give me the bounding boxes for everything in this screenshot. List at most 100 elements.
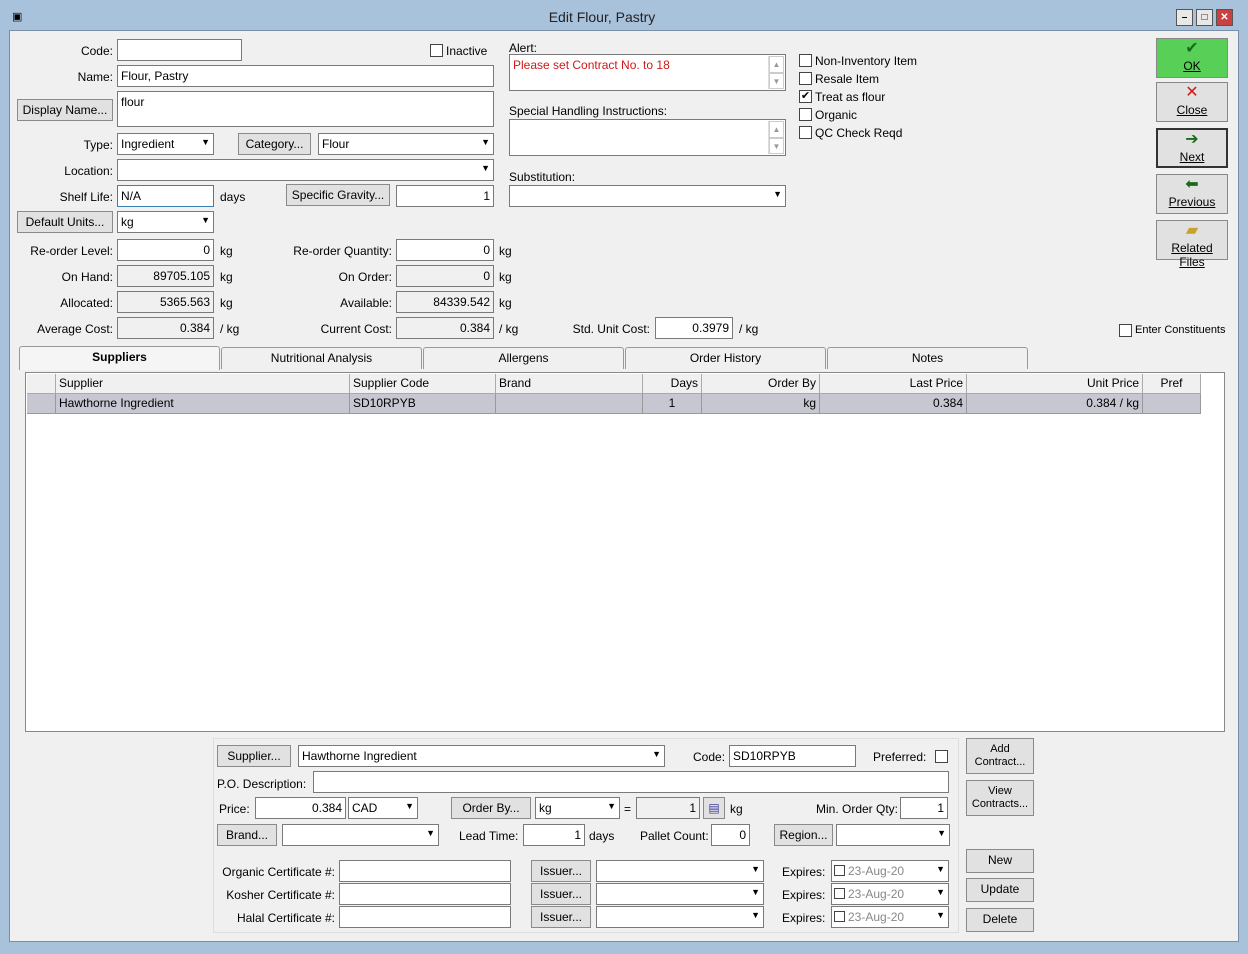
organic-checkbox[interactable]	[799, 108, 812, 121]
col-header-brand[interactable]: Brand	[496, 374, 643, 394]
view-contracts-button[interactable]: View Contracts...	[966, 780, 1034, 816]
col-header-unit-price[interactable]: Unit Price	[967, 374, 1143, 394]
location-select[interactable]: ▼	[117, 159, 494, 181]
code-input[interactable]	[117, 39, 242, 61]
books-icon[interactable]: ▤	[703, 797, 725, 819]
organic-expires-checkbox[interactable]	[834, 865, 845, 876]
qc-check-checkbox[interactable]	[799, 126, 812, 139]
close-window-button[interactable]: ✕	[1216, 9, 1233, 26]
order-by-value: kg	[539, 801, 552, 815]
non-inventory-checkbox[interactable]	[799, 54, 812, 67]
category-button[interactable]: Category...	[238, 133, 311, 155]
delete-button[interactable]: Delete	[966, 908, 1034, 932]
min-order-input[interactable]: 1	[900, 797, 948, 819]
order-by-select[interactable]: kg ▼	[535, 797, 620, 819]
add-contract-button[interactable]: Add Contract...	[966, 738, 1034, 774]
lead-time-input[interactable]: 1	[523, 824, 585, 846]
minimize-button[interactable]: –	[1176, 9, 1193, 26]
halal-issuer-button[interactable]: Issuer...	[531, 906, 591, 928]
halal-issuer-select[interactable]: ▼	[596, 906, 764, 928]
col-header-days[interactable]: Days	[643, 374, 702, 394]
organic-cert-label: Organic Certificate #:	[222, 865, 335, 879]
type-select[interactable]: Ingredient ▼	[117, 133, 214, 155]
ok-button[interactable]: ✔ OK	[1156, 38, 1228, 78]
reorder-qty-unit: kg	[499, 244, 512, 258]
tab-order-history[interactable]: Order History	[625, 347, 826, 369]
tab-notes[interactable]: Notes	[827, 347, 1028, 369]
std-cost-unit: / kg	[739, 322, 759, 336]
special-input[interactable]: ▲ ▼	[509, 119, 786, 156]
organic-expires-date[interactable]: 23-Aug-20 ▼	[831, 860, 949, 882]
kosher-cert-input[interactable]	[339, 883, 511, 905]
halal-expires-checkbox[interactable]	[834, 911, 845, 922]
col-header-order-by[interactable]: Order By	[702, 374, 820, 394]
row-selector[interactable]	[27, 394, 56, 414]
specific-gravity-input[interactable]: 1	[396, 185, 494, 207]
halal-expires-label: Expires:	[782, 911, 826, 925]
brand-select[interactable]: ▼	[282, 824, 439, 846]
detail-code-input[interactable]: SD10RPYB	[729, 745, 856, 767]
brand-button[interactable]: Brand...	[217, 824, 277, 846]
halal-cert-input[interactable]	[339, 906, 511, 928]
pallet-count-input[interactable]: 0	[711, 824, 750, 846]
currency-select[interactable]: CAD ▼	[348, 797, 418, 819]
organic-issuer-select[interactable]: ▼	[596, 860, 764, 882]
organic-issuer-button[interactable]: Issuer...	[531, 860, 591, 882]
region-select[interactable]: ▼	[836, 824, 950, 846]
preferred-label: Preferred:	[873, 750, 927, 764]
default-units-select[interactable]: kg ▼	[117, 211, 214, 233]
suppliers-table[interactable]: Supplier Supplier Code Brand Days Order …	[25, 372, 1225, 732]
tab-suppliers[interactable]: Suppliers	[19, 346, 220, 370]
new-button[interactable]: New	[966, 849, 1034, 873]
resale-item-checkbox[interactable]	[799, 72, 812, 85]
enter-constituents-checkbox[interactable]	[1119, 324, 1132, 337]
supplier-select[interactable]: Hawthorne Ingredient ▼	[298, 745, 665, 767]
display-name-button[interactable]: Display Name...	[17, 99, 113, 121]
organic-cert-input[interactable]	[339, 860, 511, 882]
col-header-supplier-code[interactable]: Supplier Code	[350, 374, 496, 394]
inactive-checkbox[interactable]	[430, 44, 443, 57]
col-header-pref[interactable]: Pref	[1143, 374, 1201, 394]
related-files-button[interactable]: ▰ Related Files	[1156, 220, 1228, 269]
display-name-input[interactable]: flour	[117, 91, 494, 127]
default-units-button[interactable]: Default Units...	[17, 211, 113, 233]
detail-code-label: Code:	[693, 750, 726, 764]
col-header-supplier[interactable]: Supplier	[56, 374, 350, 394]
close-icon: ✕	[1185, 84, 1199, 101]
specific-gravity-button[interactable]: Specific Gravity...	[286, 184, 390, 206]
price-input[interactable]: 0.384	[255, 797, 346, 819]
substitution-select[interactable]: ▼	[509, 185, 786, 207]
special-scrollbar[interactable]: ▲ ▼	[768, 121, 784, 154]
maximize-button[interactable]: □	[1196, 9, 1213, 26]
order-by-button[interactable]: Order By...	[451, 797, 531, 819]
update-button[interactable]: Update	[966, 878, 1034, 902]
po-desc-input[interactable]	[313, 771, 949, 793]
name-input[interactable]: Flour, Pastry	[117, 65, 494, 87]
preferred-checkbox[interactable]	[935, 750, 948, 763]
alert-scrollbar[interactable]: ▲ ▼	[768, 56, 784, 89]
kosher-expires-checkbox[interactable]	[834, 888, 845, 899]
shelf-life-input[interactable]: N/A	[117, 185, 214, 207]
region-button[interactable]: Region...	[774, 824, 833, 846]
next-button[interactable]: ➔ Next	[1156, 128, 1228, 168]
category-select[interactable]: Flour ▼	[318, 133, 494, 155]
reorder-qty-label: Re-order Quantity:	[293, 244, 392, 258]
close-button[interactable]: ✕ Close	[1156, 82, 1228, 122]
tab-nutritional-analysis[interactable]: Nutritional Analysis	[221, 347, 422, 369]
halal-cert-label: Halal Certificate #:	[236, 911, 335, 925]
treat-as-flour-label: Treat as flour	[815, 90, 886, 104]
std-cost-input[interactable]: 0.3979	[655, 317, 733, 339]
supplier-button[interactable]: Supplier...	[217, 745, 291, 767]
reorder-level-input[interactable]: 0	[117, 239, 214, 261]
alert-input[interactable]: Please set Contract No. to 18 ▲ ▼	[509, 54, 786, 91]
halal-expires-date[interactable]: 23-Aug-20 ▼	[831, 906, 949, 928]
tab-allergens[interactable]: Allergens	[423, 347, 624, 369]
kosher-expires-date[interactable]: 23-Aug-20 ▼	[831, 883, 949, 905]
reorder-qty-input[interactable]: 0	[396, 239, 494, 261]
col-header-last-price[interactable]: Last Price	[820, 374, 967, 394]
kosher-issuer-button[interactable]: Issuer...	[531, 883, 591, 905]
kosher-issuer-select[interactable]: ▼	[596, 883, 764, 905]
treat-as-flour-checkbox[interactable]: ✔	[799, 90, 812, 103]
previous-button[interactable]: ⬅ Previous	[1156, 174, 1228, 214]
kosher-expires-value: 23-Aug-20	[848, 887, 905, 901]
